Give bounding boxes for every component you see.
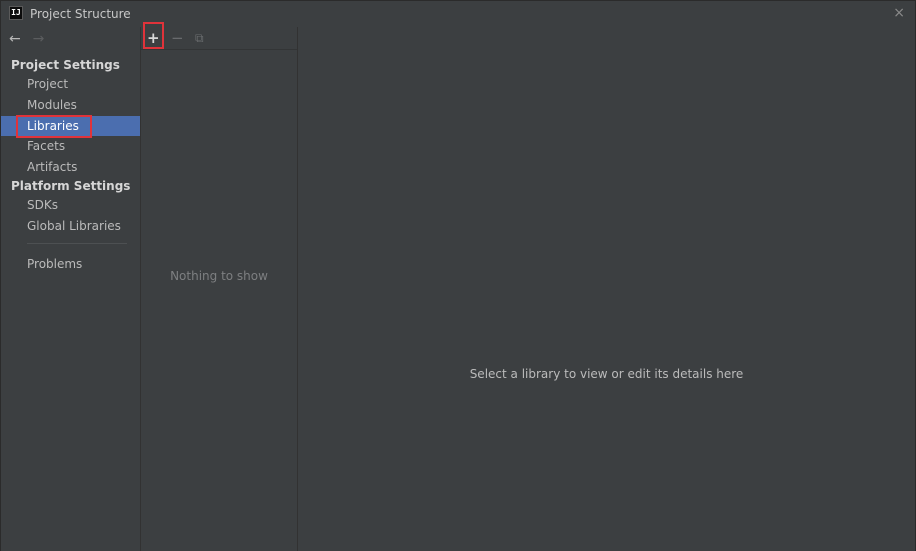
sidebar-item-sdks[interactable]: SDKs (1, 195, 140, 215)
sidebar-item-facets[interactable]: Facets (1, 136, 140, 156)
title-bar: IJ Project Structure × (1, 1, 915, 27)
empty-list-message: Nothing to show (170, 269, 268, 283)
intellij-app-icon: IJ (9, 6, 23, 20)
sidebar-item-project[interactable]: Project (1, 74, 140, 94)
project-structure-window: IJ Project Structure × ← → Project Setti… (0, 0, 916, 551)
library-list-toolbar: + − ⧉ (141, 27, 297, 50)
details-placeholder: Select a library to view or edit its det… (469, 367, 744, 381)
library-details-panel: Select a library to view or edit its det… (298, 27, 915, 551)
back-arrow-icon[interactable]: ← (9, 31, 21, 47)
add-button-highlight-box (143, 22, 164, 49)
library-list-panel: + − ⧉ Nothing to show (140, 22, 298, 551)
copy-library-icon[interactable]: ⧉ (195, 28, 204, 48)
close-icon[interactable]: × (893, 5, 905, 21)
sidebar-item-problems[interactable]: Problems (1, 254, 140, 274)
sidebar-divider (27, 243, 127, 244)
settings-sidebar: ← → Project Settings Project Modules Lib… (1, 27, 140, 551)
sidebar-item-modules[interactable]: Modules (1, 95, 140, 115)
platform-settings-header: Platform Settings (11, 179, 131, 193)
libraries-highlight-box (16, 115, 92, 138)
nav-arrows: ← → (9, 31, 52, 49)
forward-arrow-icon[interactable]: → (33, 31, 45, 47)
window-title: Project Structure (30, 7, 131, 21)
sidebar-item-global-libraries[interactable]: Global Libraries (1, 216, 140, 236)
remove-library-button[interactable]: − (171, 28, 184, 48)
sidebar-item-artifacts[interactable]: Artifacts (1, 157, 140, 177)
project-settings-header: Project Settings (11, 58, 120, 72)
